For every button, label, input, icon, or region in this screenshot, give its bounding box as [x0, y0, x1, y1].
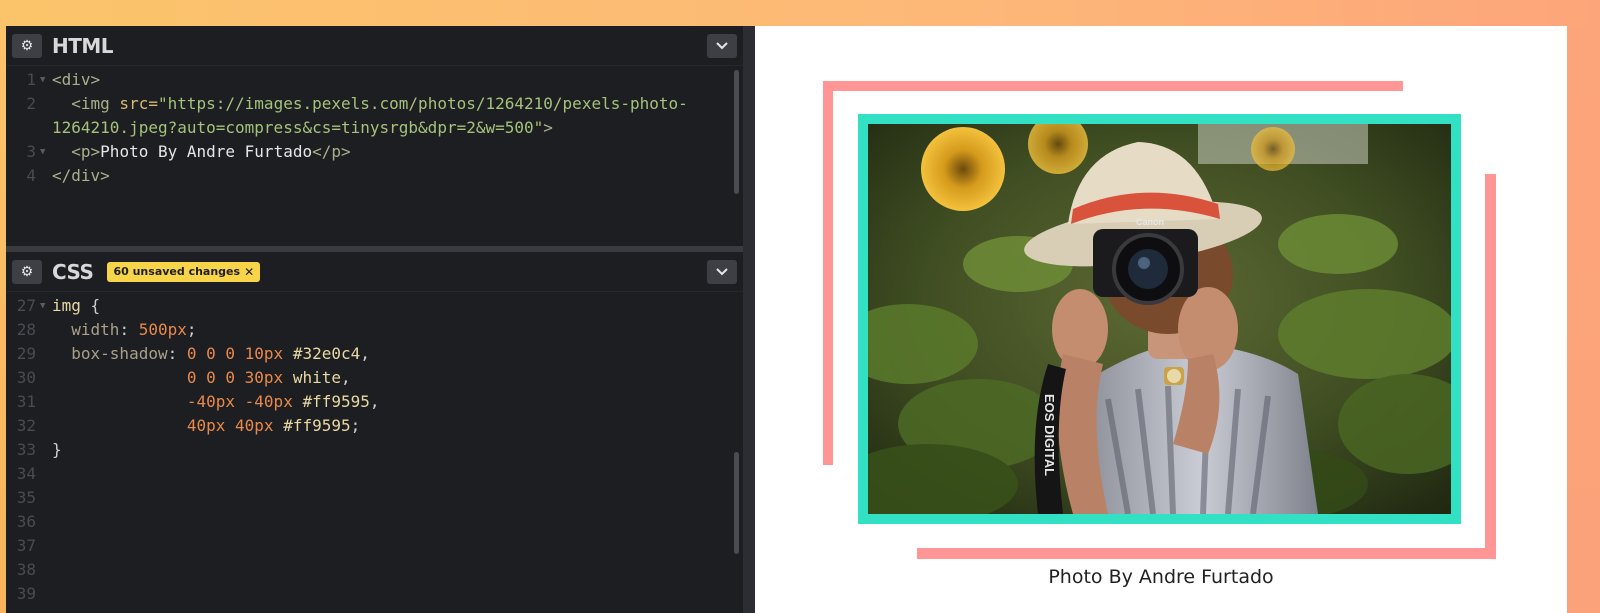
code-line: 27 ▼ img {: [6, 294, 743, 318]
photo-image: Canon EOS DIGITAL: [868, 124, 1451, 514]
shadow-top-bar: [823, 81, 1403, 91]
css-scrollbar[interactable]: [734, 452, 739, 554]
line-number: 30: [16, 368, 36, 387]
code-token: </p>: [312, 142, 351, 161]
code-line: 30 0 0 0 30px white,: [6, 366, 743, 390]
shadow-left-bar: [823, 81, 833, 465]
css-settings-button[interactable]: ⚙: [12, 259, 42, 284]
code-token: #32e0c4: [292, 344, 361, 363]
code-line: 1 ▼ <div>: [6, 68, 743, 92]
html-collapse-button[interactable]: [707, 34, 737, 58]
line-number: [6, 116, 40, 140]
code-line: 2 <img src= "https://images.pexels.com/ph…: [6, 92, 743, 116]
camera-brand-label: Canon: [1136, 217, 1164, 227]
code-line: 1264210.jpeg?auto=compress&cs=tinysrgb&d…: [6, 116, 743, 140]
fold-arrow-icon[interactable]: ▼: [40, 294, 52, 318]
code-line: 34: [6, 462, 743, 486]
code-line: 36: [6, 510, 743, 534]
code-line: 32 40px 40px #ff9595;: [6, 414, 743, 438]
page-background-right: [1567, 26, 1600, 613]
result-preview: Canon EOS DIGITAL Photo By Andre Furtado: [755, 26, 1567, 613]
shadow-right-bar: [1485, 174, 1496, 559]
code-token: Photo By Andre Furtado: [100, 142, 313, 161]
line-number: 38: [16, 560, 36, 579]
html-settings-button[interactable]: ⚙: [12, 33, 42, 58]
code-token: "https://images.pexels.com/photos/126421…: [157, 94, 688, 113]
html-pane: ⚙ HTML 1 ▼ <div> 2 <img src= "https://image…: [6, 26, 743, 246]
line-number: 4: [26, 166, 36, 185]
sunflower: [921, 127, 1005, 211]
html-pane-title: HTML: [52, 33, 114, 58]
code-token: 0 0 0 30px: [186, 368, 284, 387]
line-number: 33: [16, 440, 36, 459]
code-token: src=: [109, 94, 158, 113]
code-token: 40px 40px: [186, 416, 274, 435]
code-token: 500px: [138, 320, 187, 339]
fold-arrow-icon[interactable]: ▼: [40, 68, 52, 92]
code-token: <img: [71, 94, 110, 113]
camera-strap-label: EOS DIGITAL: [1042, 394, 1057, 476]
css-collapse-button[interactable]: [707, 260, 737, 284]
code-token: #ff9595: [283, 416, 351, 435]
line-number: 1: [26, 70, 36, 89]
code-token: box-shadow: [71, 344, 168, 363]
code-line: 3 ▼ <p> Photo By Andre Furtado </p>: [6, 140, 743, 164]
photographer-photo: Canon EOS DIGITAL: [868, 124, 1451, 514]
code-token: width: [71, 320, 120, 339]
code-token: 1264210.jpeg?auto=compress&cs=tinysrgb&d…: [52, 118, 544, 137]
line-number: 3: [26, 142, 36, 161]
html-scrollbar[interactable]: [734, 70, 739, 194]
chevron-down-icon: [716, 42, 728, 50]
code-line: 28 width: 500px;: [6, 318, 743, 342]
html-pane-header: ⚙ HTML: [6, 26, 743, 66]
code-line: 31 -40px -40px #ff9595,: [6, 390, 743, 414]
code-line: 35: [6, 486, 743, 510]
code-token: -40px -40px: [186, 392, 293, 411]
code-token: }: [52, 440, 62, 459]
code-line: 39: [6, 582, 743, 606]
shadow-bottom-bar: [917, 548, 1496, 559]
code-editor: ⚙ HTML 1 ▼ <div> 2 <img src= "https://image…: [6, 26, 755, 613]
code-token: #ff9595: [302, 392, 370, 411]
html-code-area[interactable]: 1 ▼ <div> 2 <img src= "https://images.pexel…: [6, 66, 743, 188]
code-token: {: [80, 296, 101, 315]
code-line: 38: [6, 558, 743, 582]
photo-caption: Photo By Andre Furtado: [1048, 566, 1274, 588]
unsaved-changes-label: 60 unsaved changes: [113, 265, 241, 278]
code-token: 0 0 0 10px: [186, 344, 284, 363]
css-pane-header: ⚙ CSS 60 unsaved changes ✕: [6, 252, 743, 292]
unsaved-changes-badge[interactable]: 60 unsaved changes ✕: [107, 261, 261, 282]
fold-arrow-icon[interactable]: ▼: [40, 140, 52, 164]
line-number: 28: [16, 320, 36, 339]
line-number: 34: [16, 464, 36, 483]
code-line: 33}: [6, 438, 743, 462]
css-pane-title: CSS: [52, 259, 94, 284]
close-icon[interactable]: ✕: [244, 265, 254, 279]
line-number: 35: [16, 488, 36, 507]
css-pane: ⚙ CSS 60 unsaved changes ✕ 27 ▼ img { 28 w…: [6, 252, 743, 613]
line-number: 27: [16, 296, 36, 315]
code-token: </div>: [52, 166, 110, 185]
line-number: 39: [16, 584, 36, 603]
line-number: 37: [16, 536, 36, 555]
code-token: <div>: [52, 70, 101, 89]
code-line: 29 box-shadow: 0 0 0 10px #32e0c4,: [6, 342, 743, 366]
css-code-area[interactable]: 27 ▼ img { 28 width: 500px; 29 box-shadow:…: [6, 292, 743, 606]
code-token: img: [52, 296, 81, 315]
line-number: 2: [26, 94, 36, 113]
code-line: 37: [6, 534, 743, 558]
chevron-down-icon: [716, 268, 728, 276]
code-line: 4 </div>: [6, 164, 743, 188]
photo-frame: Canon EOS DIGITAL: [858, 114, 1461, 524]
code-token: white: [292, 368, 341, 387]
line-number: 31: [16, 392, 36, 411]
line-number: 32: [16, 416, 36, 435]
line-number: 29: [16, 344, 36, 363]
gear-icon: ⚙: [20, 37, 34, 53]
code-token: >: [543, 118, 553, 137]
editor-preview-resize-handle[interactable]: [743, 26, 755, 613]
line-number: 36: [16, 512, 36, 531]
gear-icon: ⚙: [20, 263, 34, 279]
code-token: <p>: [71, 142, 101, 161]
